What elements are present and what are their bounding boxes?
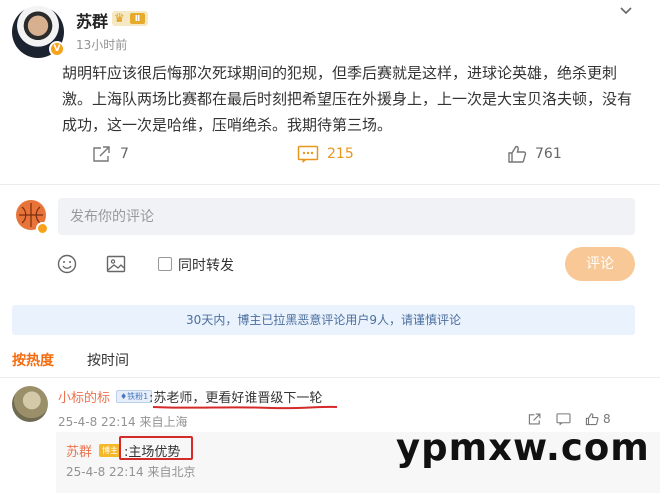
author-name[interactable]: 苏群: [76, 8, 108, 32]
reply-author[interactable]: 苏群: [66, 441, 92, 460]
thumbs-up-icon: [508, 145, 527, 163]
like-button[interactable]: 761: [507, 145, 562, 163]
more-chevron-icon[interactable]: [618, 2, 634, 22]
like-count: 761: [535, 146, 562, 162]
comment-count: 215: [327, 146, 354, 162]
share-count: 7: [120, 146, 129, 162]
repost-checkbox[interactable]: [158, 257, 172, 271]
verified-icon: [36, 222, 49, 235]
comment-meta: 25-4-8 22:14 来自上海: [58, 413, 187, 430]
comment-like-count: 8: [603, 412, 611, 426]
comment-date: 25-4-8 22:14: [58, 415, 136, 429]
share-button[interactable]: 7: [92, 145, 129, 163]
thumbs-up-icon: [585, 413, 599, 426]
repost-label: 同时转发: [178, 258, 234, 274]
comment-button[interactable]: 215: [297, 145, 354, 163]
submit-comment-button[interactable]: 评论: [565, 247, 635, 281]
tab-by-time[interactable]: 按时间: [87, 350, 129, 370]
red-box-annotation: [119, 436, 193, 460]
blacklist-notice: 30天内，博主已拉黑恶意评论用户9人，请谨慎评论: [12, 305, 635, 335]
comment-input[interactable]: [58, 198, 635, 235]
share-icon[interactable]: [528, 412, 542, 426]
image-icon[interactable]: [106, 254, 126, 278]
watermark-text: ypmxw.com: [396, 426, 650, 469]
reply-location: 来自北京: [147, 465, 196, 479]
commenter-name[interactable]: 小标的标: [58, 387, 110, 406]
reply-date: 25-4-8 22:14: [66, 465, 144, 479]
commenter-avatar[interactable]: [12, 386, 48, 422]
crown-icon: ♛: [114, 11, 125, 25]
comment-actions: 8: [528, 412, 611, 426]
vip-level: Ⅱ: [130, 13, 145, 24]
share-icon: [93, 146, 110, 162]
divider: [0, 184, 660, 185]
tab-by-popularity[interactable]: 按热度: [12, 350, 54, 370]
emoji-icon[interactable]: [57, 254, 77, 278]
verified-icon: V: [49, 41, 65, 57]
comment-location: 来自上海: [139, 415, 188, 429]
comment-icon[interactable]: [556, 412, 571, 426]
reply-meta: 25-4-8 22:14 来自北京: [66, 463, 195, 480]
fan-badge: ♦铁粉1: [116, 390, 153, 403]
red-underline-annotation: [152, 405, 338, 410]
fan-badge-label: 铁粉1: [127, 392, 149, 401]
divider: [0, 377, 660, 378]
comment-like-button[interactable]: 8: [585, 412, 611, 426]
post-text: 胡明轩应该很后悔那次死球期间的犯规，但季后赛就是这样，进球论英雄，绝杀更刺激。上…: [62, 64, 633, 134]
comment-icon: [297, 145, 319, 163]
post-timestamp: 13小时前: [76, 38, 128, 52]
author-badge: 博主: [99, 444, 121, 457]
vip-badge: ♛ Ⅱ: [112, 11, 148, 26]
